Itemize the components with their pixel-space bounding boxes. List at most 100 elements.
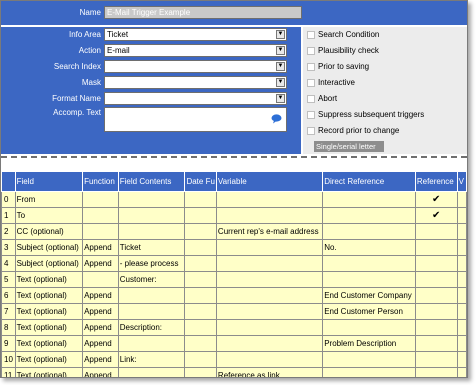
table-cell[interactable] [215,335,324,352]
table-cell[interactable]: Append [82,255,119,272]
reference-check-cell[interactable] [414,239,458,256]
table-cell[interactable]: Append [82,287,119,304]
dropdown-arrow-icon[interactable]: ▼ [276,46,285,55]
dropdown-arrow-icon[interactable]: ▼ [276,78,285,87]
search-index-select[interactable]: ▼ [104,60,287,73]
table-cell[interactable] [117,287,186,304]
table-cell[interactable] [215,271,324,288]
option-prior-to-saving[interactable]: Prior to saving [303,60,453,74]
table-cell[interactable]: Append [82,335,119,352]
table-cell[interactable] [117,207,186,224]
table-cell[interactable]: No. [322,239,416,256]
table-cell[interactable]: Text (optional) [14,303,84,320]
table-cell[interactable]: End Customer Company [322,287,416,304]
table-row[interactable]: 0 From ✔ [1,191,467,208]
table-cell[interactable]: Description: [117,319,186,336]
table-cell[interactable] [456,367,467,377]
format-name-select[interactable]: ▼ [104,92,287,105]
checkbox[interactable] [307,47,315,55]
checkbox[interactable] [307,111,315,119]
table-cell[interactable]: Append [82,351,119,368]
table-cell[interactable] [322,207,416,224]
table-cell[interactable]: Customer: [117,271,186,288]
table-cell[interactable]: Problem Description [322,335,416,352]
column-header[interactable]: Field Contents [117,171,186,192]
table-cell[interactable] [456,287,467,304]
table-cell[interactable]: Text (optional) [14,319,84,336]
table-cell[interactable]: CC (optional) [14,223,84,240]
table-row[interactable]: 11 Text (optional) Append Reference as link [1,367,467,377]
table-cell[interactable] [117,191,186,208]
option-suppress-subsequent-triggers[interactable]: Suppress subsequent triggers [303,108,453,122]
table-cell[interactable] [215,287,324,304]
table-cell[interactable]: Link: [117,351,186,368]
dropdown-arrow-icon[interactable]: ▼ [276,94,285,103]
reference-check-cell[interactable] [414,255,458,272]
table-cell[interactable] [184,303,217,320]
table-cell[interactable]: Append [82,367,119,377]
table-cell[interactable]: End Customer Person [322,303,416,320]
table-cell[interactable] [215,319,324,336]
checkbox[interactable] [307,95,315,103]
table-cell[interactable]: Text (optional) [14,287,84,304]
option-plausibility-check[interactable]: Plausibility check [303,44,453,58]
option-abort[interactable]: Abort [303,92,453,106]
table-cell[interactable] [184,271,217,288]
table-cell[interactable] [456,319,467,336]
table-cell[interactable] [82,207,119,224]
table-cell[interactable] [117,223,186,240]
info-area-select[interactable]: Ticket ▼ [104,28,287,41]
table-cell[interactable]: Ticket [117,239,186,256]
table-cell[interactable] [215,239,324,256]
table-cell[interactable] [456,255,467,272]
table-cell[interactable]: Text (optional) [14,335,84,352]
accomp-text-field[interactable] [104,107,287,132]
table-cell[interactable] [322,319,416,336]
table-cell[interactable] [322,367,416,377]
table-cell[interactable] [184,223,217,240]
table-cell[interactable] [456,351,467,368]
table-cell[interactable]: Text (optional) [14,351,84,368]
table-cell[interactable] [456,271,467,288]
table-cell[interactable]: Text (optional) [14,367,84,377]
reference-check-cell[interactable] [414,303,458,320]
reference-check-cell[interactable] [414,351,458,368]
table-row[interactable]: 8 Text (optional) Append Description: [1,319,467,336]
table-cell[interactable] [456,207,467,224]
checkbox[interactable] [307,79,315,87]
option-record-prior-to-change[interactable]: Record prior to change [303,124,453,138]
table-cell[interactable]: Append [82,319,119,336]
reference-check-cell[interactable] [414,223,458,240]
column-header[interactable]: Function [82,171,119,192]
table-cell[interactable] [184,287,217,304]
name-field[interactable]: E-Mail Trigger Example [104,6,302,19]
table-row[interactable]: 10 Text (optional) Append Link: [1,351,467,368]
column-header[interactable]: Direct Reference [322,171,416,192]
table-cell[interactable] [184,191,217,208]
table-cell[interactable] [82,223,119,240]
table-cell[interactable] [322,255,416,272]
table-cell[interactable] [456,303,467,320]
table-row[interactable]: 4 Subject (optional) Append - please proce… [1,255,467,272]
table-cell[interactable]: Append [82,239,119,256]
table-cell[interactable]: - please process [117,255,186,272]
table-cell[interactable] [456,335,467,352]
table-cell[interactable] [184,351,217,368]
table-cell[interactable] [184,367,217,377]
reference-check-cell[interactable] [414,367,458,377]
checkbox[interactable] [307,63,315,71]
table-cell[interactable] [215,191,324,208]
table-cell[interactable]: Text (optional) [14,271,84,288]
table-cell[interactable]: Reference as link [215,367,324,377]
table-cell[interactable]: Current rep's e-mail address [215,223,324,240]
reference-check-cell[interactable]: ✔ [414,207,458,224]
column-header[interactable]: Variable [215,171,324,192]
table-row[interactable]: 1 To ✔ [1,207,467,224]
option-interactive[interactable]: Interactive [303,76,453,90]
single-serial-letter-button[interactable]: Single/serial letter [314,141,384,152]
reference-check-cell[interactable] [414,335,458,352]
table-cell[interactable]: Append [82,303,119,320]
table-cell[interactable]: Subject (optional) [14,239,84,256]
dropdown-arrow-icon[interactable]: ▼ [276,62,285,71]
reference-check-cell[interactable]: ✔ [414,191,458,208]
